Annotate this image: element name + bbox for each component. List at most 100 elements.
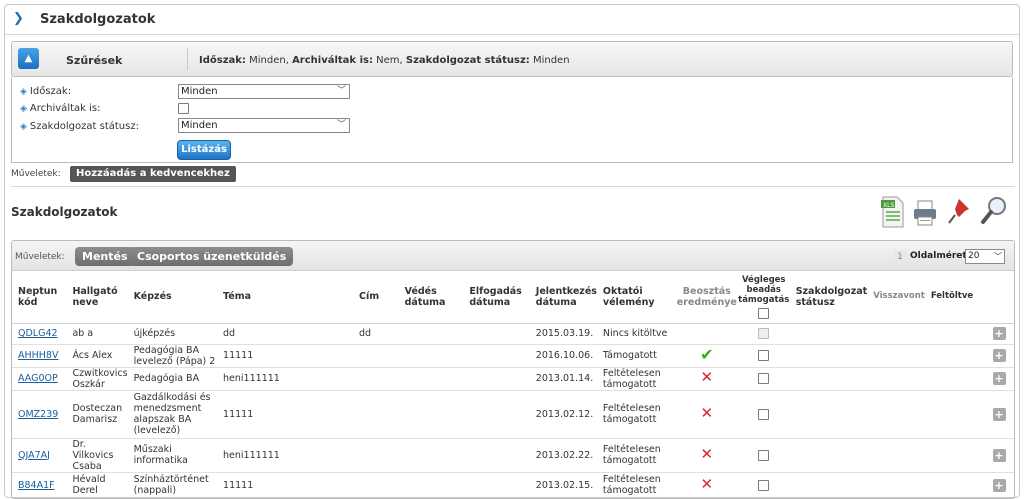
table-row: OMZ239 Dosteczan Damarisz Gazdálkodási é… [12,390,1014,439]
status-select[interactable]: Minden ﹀ [178,118,350,133]
main-frame: ❯ Szakdolgozatok ▲ Szűrések Időszak: Min… [4,4,1020,499]
student-name: Hévald Derel [66,472,128,498]
neptun-link[interactable]: OMZ239 [18,409,58,420]
topic: dd [217,323,353,345]
col-topic[interactable]: Téma [217,271,353,324]
diamond-icon: ◈ [20,104,27,114]
opinion: Támogatott [596,344,676,368]
report-date: 2016.10.06. [529,344,597,368]
opinion: Feltételesen támogatott [596,367,676,391]
collapse-filter-button[interactable]: ▲ [18,48,39,69]
final-support-checkbox[interactable] [758,350,770,361]
select-all-checkbox[interactable] [758,307,770,319]
period-select[interactable]: Minden ﹀ [178,84,350,99]
final-support-checkbox[interactable] [758,373,770,384]
thesis-title [352,472,399,498]
excel-export-icon[interactable]: XLS [879,195,907,229]
thesis-status [789,438,868,473]
archived-checkbox[interactable] [178,103,189,114]
page-header: ❯ Szakdolgozatok [5,5,1019,35]
group-message-button[interactable]: Csoportos üzenetküldés [130,247,294,266]
defense-date [398,367,464,391]
acceptance-date [463,323,530,345]
report-date: 2013.02.12. [529,390,597,439]
assignment-result [675,323,738,345]
col-defense[interactable]: Védés dátuma [398,271,464,324]
filter-label: Szűrések [66,54,123,67]
withdrawn [867,344,925,368]
student-name: Dr. Vilkovics Csaba [66,438,128,473]
col-actions [984,271,1014,324]
chevron-right-icon[interactable]: ❯ [13,12,27,26]
col-program[interactable]: Képzés [127,271,218,324]
list-button[interactable]: Listázás [177,140,231,160]
thesis-status [789,367,868,391]
thesis-status [789,390,868,439]
col-acceptance[interactable]: Elfogadás dátuma [463,271,530,324]
uploaded [924,367,985,391]
thesis-title [352,438,399,473]
save-button[interactable]: Mentés [75,247,135,266]
col-status[interactable]: Szakdolgozat státusz [789,271,868,324]
col-assignment[interactable]: Beosztás eredménye [675,271,738,324]
plus-icon[interactable]: + [992,372,1006,385]
filter-row-period: ◈ Időszak: [20,86,72,97]
filter-row-status: ◈ Szakdolgozat státusz: [20,121,139,132]
pin-icon[interactable] [945,195,973,229]
table-row: B84A1F Hévald Derel Színháztörténet (nap… [12,472,1014,498]
topic: heni111111 [217,367,353,391]
final-support-checkbox[interactable] [758,449,770,461]
col-opinion[interactable]: Oktatói vélemény [596,271,676,324]
program: Gazdálkodási és menedzsment alapszak BA … [127,390,218,439]
theses-table: Neptun kód Hallgató neve Képzés Téma Cím… [12,271,1014,498]
table-row: QJA7AJ Dr. Vilkovics Csaba Műszaki infor… [12,438,1014,473]
neptun-link[interactable]: AAG0OP [18,373,58,384]
plus-icon[interactable]: + [992,407,1006,421]
program: újképzés [127,323,218,345]
uploaded [924,472,985,498]
operations-label: Műveletek: [15,252,65,262]
opinion: Feltételesen támogatott [596,390,676,439]
program: Pedagógia BA [127,367,218,391]
withdrawn [867,390,925,439]
acceptance-date [463,367,530,391]
page-size-select[interactable]: 20 ﹀ [965,249,1005,264]
withdrawn [867,438,925,473]
topic: heni111111 [217,438,353,473]
program: Műszaki informatika [127,438,218,473]
plus-icon[interactable]: + [992,349,1006,362]
student-name: Ács Alex [66,344,128,368]
student-name: Czwitkovics Oszkár [66,367,128,391]
col-uploaded[interactable]: Feltöltve [924,271,985,324]
chevron-up-icon: ▲ [24,53,33,64]
print-icon[interactable] [911,195,939,229]
col-withdrawn[interactable]: Visszavont [867,271,925,324]
col-student[interactable]: Hallgató neve [66,271,128,324]
cross-icon: ✕ [700,444,714,463]
col-title[interactable]: Cím [352,271,399,324]
divider [187,48,188,70]
col-report[interactable]: Jelentkezés dátuma [529,271,597,324]
neptun-link[interactable]: B84A1F [18,480,55,491]
filter-body: ◈ Időszak: Minden ﹀ ◈ Archiváltak is: ◈ Szak… [11,77,1013,163]
plus-icon[interactable]: + [992,448,1006,462]
table-row: QDLG42 ab a újképzés dd dd 2015.03.19. N… [12,323,1014,345]
search-icon[interactable] [980,195,1008,229]
plus-icon[interactable]: + [992,478,1006,492]
neptun-link[interactable]: QJA7AJ [18,450,50,461]
thesis-title [352,390,399,439]
thesis-status [789,472,868,498]
diamond-icon: ◈ [20,87,27,97]
neptun-link[interactable]: AHHH8V [18,350,58,361]
neptun-link[interactable]: QDLG42 [18,328,58,339]
thesis-title [352,344,399,368]
add-to-favorites-button[interactable]: Hozzáadás a kedvencekhez [70,166,236,182]
page-number[interactable]: 1 [893,250,907,264]
final-support-checkbox[interactable] [758,479,770,491]
col-neptun[interactable]: Neptun kód [12,271,67,324]
opinion: Feltételesen támogatott [596,438,676,473]
acceptance-date [463,390,530,439]
plus-icon[interactable]: + [992,327,1006,340]
student-name: ab a [66,323,128,345]
final-support-checkbox[interactable] [758,408,770,420]
